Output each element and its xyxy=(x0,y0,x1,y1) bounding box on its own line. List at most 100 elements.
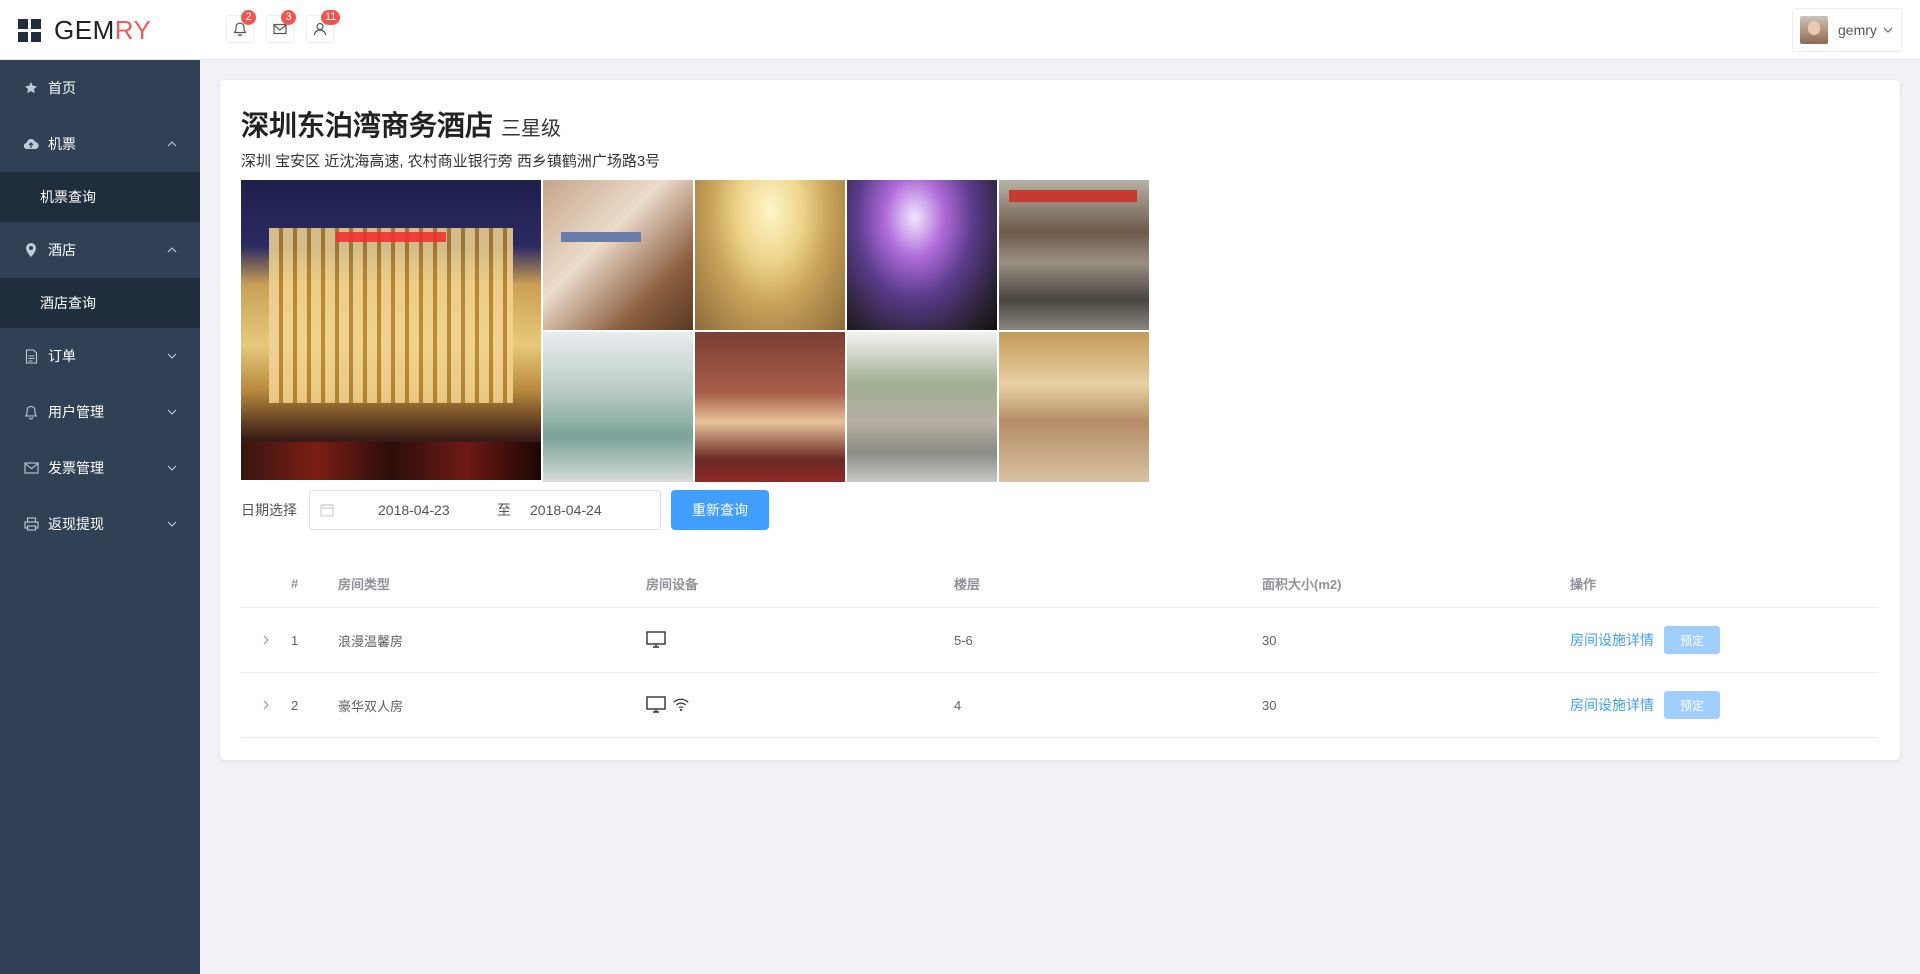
room-type: 浪漫温馨房 xyxy=(338,633,404,649)
room-details-link[interactable]: 房间设施详情 xyxy=(1570,630,1654,650)
logo-main: GEM xyxy=(54,14,115,45)
room-floor: 4 xyxy=(954,697,962,713)
logo-text: GEMRY xyxy=(54,15,151,46)
notification-badge: 2 xyxy=(241,10,256,25)
room-equipment xyxy=(646,631,954,649)
table-row: 1 浪漫温馨房 5-6 30 房间设施详情 预定 xyxy=(241,608,1878,673)
room-details-link[interactable]: 房间设施详情 xyxy=(1570,695,1654,715)
document-icon xyxy=(23,348,39,364)
sidebar-subitem-hotel-search[interactable]: 酒店查询 xyxy=(0,278,200,328)
hotel-photo-main[interactable] xyxy=(241,180,541,480)
sidebar-item-home[interactable]: 首页 xyxy=(0,60,200,116)
end-date-input[interactable]: 2018-04-24 xyxy=(530,502,602,518)
monitor-icon xyxy=(646,631,666,648)
sidebar-subitem-label: 酒店查询 xyxy=(40,295,96,311)
monitor-icon xyxy=(646,696,666,713)
column-header-area: 面积大小(m2) xyxy=(1262,577,1342,592)
expand-row-button[interactable] xyxy=(241,633,291,648)
room-type: 豪华双人房 xyxy=(338,698,404,714)
column-header-actions: 操作 xyxy=(1570,577,1597,592)
bell-icon xyxy=(23,404,39,420)
sidebar-item-label: 返现提现 xyxy=(48,516,104,532)
start-date-input[interactable]: 2018-04-23 xyxy=(378,502,482,518)
column-header-room-type: 房间类型 xyxy=(338,577,391,592)
avatar xyxy=(1800,16,1828,44)
sidebar-item-flights[interactable]: 机票 xyxy=(0,116,200,172)
sidebar-item-hotels[interactable]: 酒店 xyxy=(0,222,200,278)
book-button[interactable]: 预定 xyxy=(1664,626,1720,654)
expand-row-button[interactable] xyxy=(241,698,291,713)
hotel-name: 深圳东泊湾商务酒店 xyxy=(241,110,494,141)
chevron-down-icon xyxy=(167,409,177,415)
users-badge: 11 xyxy=(321,10,341,25)
sidebar-item-label: 机票 xyxy=(48,136,76,152)
book-button[interactable]: 预定 xyxy=(1664,691,1720,719)
column-header-index: # xyxy=(291,576,299,591)
grid-icon xyxy=(18,19,41,42)
notification-button[interactable]: 2 xyxy=(226,10,256,43)
printer-icon xyxy=(23,516,39,532)
chevron-right-icon xyxy=(263,635,269,644)
chevron-down-icon xyxy=(167,521,177,527)
chevron-up-icon xyxy=(167,247,177,253)
date-range-picker[interactable]: 2018-04-23 至 2018-04-24 xyxy=(309,490,661,530)
column-header-floor: 楼层 xyxy=(954,577,981,592)
sidebar-item-label: 用户管理 xyxy=(48,404,104,420)
room-equipment xyxy=(646,696,954,714)
chevron-right-icon xyxy=(263,700,269,709)
calendar-icon xyxy=(320,504,334,517)
star-icon xyxy=(23,80,39,96)
mail-icon xyxy=(23,460,39,476)
column-header-equipment: 房间设备 xyxy=(646,577,699,592)
hotel-photo[interactable] xyxy=(999,332,1149,482)
row-index: 2 xyxy=(291,697,299,713)
sidebar-item-cashback[interactable]: 返现提现 xyxy=(0,496,200,552)
user-menu[interactable]: gemry xyxy=(1792,8,1902,52)
sidebar-item-label: 首页 xyxy=(48,80,76,96)
hotel-photo[interactable] xyxy=(695,180,845,330)
hotel-photo[interactable] xyxy=(543,180,693,330)
sidebar-item-label: 酒店 xyxy=(48,242,76,258)
table-row: 2 豪华双人房 4 30 房间设施详情 预定 xyxy=(241,673,1878,738)
row-actions: 房间设施详情 预定 xyxy=(1570,626,1878,654)
date-separator: 至 xyxy=(497,502,511,518)
room-floor: 5-6 xyxy=(954,632,973,648)
messages-button[interactable]: 3 xyxy=(266,10,296,43)
username: gemry xyxy=(1838,22,1877,38)
room-area: 30 xyxy=(1262,632,1277,648)
sidebar-item-invoice-management[interactable]: 发票管理 xyxy=(0,440,200,496)
sidebar-item-user-management[interactable]: 用户管理 xyxy=(0,384,200,440)
hotel-star-rating: 三星级 xyxy=(501,118,562,140)
chevron-down-icon xyxy=(1883,27,1893,33)
room-area: 30 xyxy=(1262,697,1277,713)
hotel-photo[interactable] xyxy=(999,180,1149,330)
hotel-photo[interactable] xyxy=(847,332,997,482)
hotel-detail-card: 深圳东泊湾商务酒店 三星级 深圳 宝安区 近沈海高速, 农村商业银行旁 西乡镇鹤… xyxy=(220,80,1900,760)
hotel-address: 深圳 宝安区 近沈海高速, 农村商业银行旁 西乡镇鹤洲广场路3号 xyxy=(241,153,661,170)
sidebar: 首页 机票 机票查询 酒店 酒店查询 订单 用户管理 发票管理 返现提现 xyxy=(0,60,200,974)
wifi-icon xyxy=(673,698,689,712)
sidebar-item-orders[interactable]: 订单 xyxy=(0,328,200,384)
sidebar-subitem-flight-search[interactable]: 机票查询 xyxy=(0,172,200,222)
sidebar-subitem-label: 机票查询 xyxy=(40,189,96,205)
logo-accent: RY xyxy=(114,14,152,45)
chevron-down-icon xyxy=(167,353,177,359)
users-button[interactable]: 11 xyxy=(306,10,341,43)
search-again-button[interactable]: 重新查询 xyxy=(671,490,769,530)
table-header: # 房间类型 房间设备 楼层 面积大小(m2) 操作 xyxy=(241,560,1878,608)
row-actions: 房间设施详情 预定 xyxy=(1570,691,1878,719)
hotel-photo[interactable] xyxy=(695,332,845,482)
photo-gallery xyxy=(241,180,1149,482)
chevron-down-icon xyxy=(167,465,177,471)
hotel-photo[interactable] xyxy=(847,180,997,330)
date-filter: 日期选择 2018-04-23 至 2018-04-24 重新查询 xyxy=(241,490,769,530)
top-header: GEMRY 2 3 11 gemry xyxy=(0,0,1920,60)
cloud-upload-icon xyxy=(23,136,39,152)
date-label: 日期选择 xyxy=(241,502,297,518)
location-icon xyxy=(23,242,39,258)
sidebar-item-label: 发票管理 xyxy=(48,460,104,476)
hotel-photo[interactable] xyxy=(543,332,693,482)
app-logo[interactable]: GEMRY xyxy=(18,14,151,46)
row-index: 1 xyxy=(291,632,299,648)
messages-badge: 3 xyxy=(281,10,296,25)
